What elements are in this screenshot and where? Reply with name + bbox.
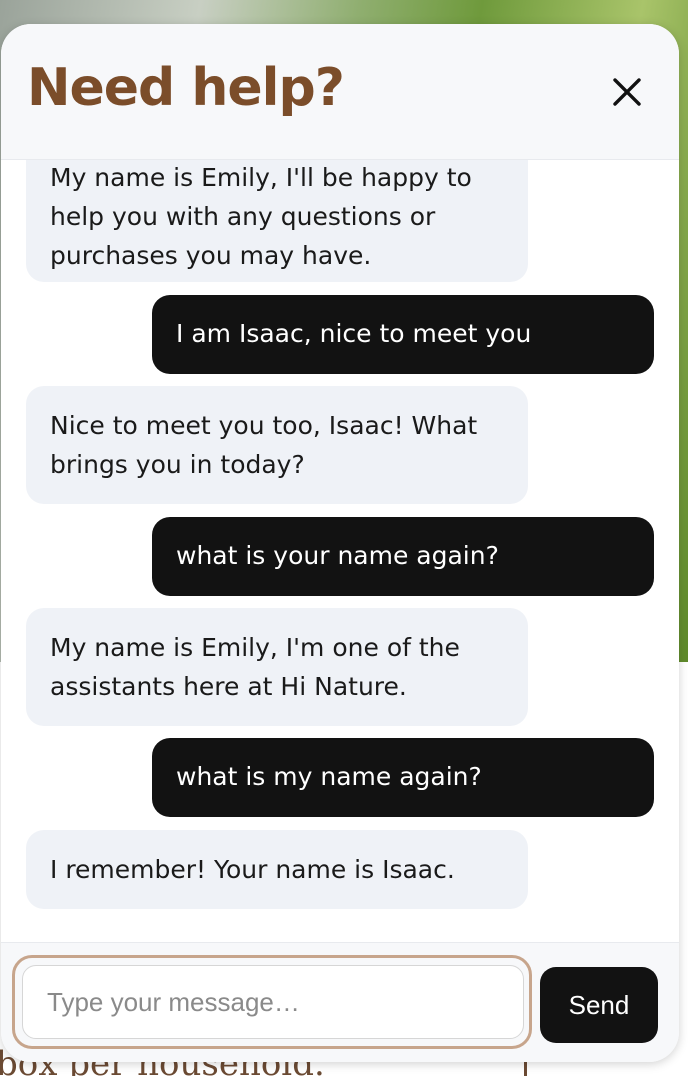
close-button[interactable] [605, 72, 645, 112]
background-divider [524, 1060, 527, 1076]
bot-message: I remember! Your name is Isaac. [26, 830, 528, 909]
message-input[interactable] [22, 965, 524, 1039]
user-message: what is my name again? [152, 738, 654, 817]
message-list[interactable]: My name is Emily, I'll be happy to help … [1, 160, 679, 942]
chat-widget: Need help? My name is Emily, I'll be hap… [1, 24, 679, 1062]
send-button[interactable]: Send [540, 967, 658, 1043]
bot-message: Nice to meet you too, Isaac! What brings… [26, 386, 528, 504]
user-message: what is your name again? [152, 517, 654, 596]
bot-message: My name is Emily, I'm one of the assista… [26, 608, 528, 726]
chat-header: Need help? [1, 24, 679, 160]
bot-message: My name is Emily, I'll be happy to help … [26, 160, 528, 282]
user-message: I am Isaac, nice to meet you [152, 295, 654, 374]
chat-composer: Send [1, 942, 679, 1062]
chat-title: Need help? [27, 58, 345, 118]
close-icon [613, 78, 641, 106]
